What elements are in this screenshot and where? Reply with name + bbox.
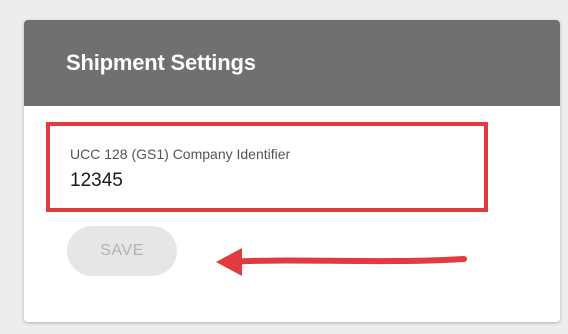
company-identifier-input[interactable] (70, 170, 430, 192)
company-identifier-highlight: UCC 128 (GS1) Company Identifier (46, 122, 488, 212)
left-arrow-icon (216, 248, 467, 276)
save-button[interactable]: SAVE (67, 226, 177, 276)
card-header: Shipment Settings (24, 20, 560, 106)
company-identifier-label: UCC 128 (GS1) Company Identifier (70, 146, 291, 162)
card-title: Shipment Settings (66, 50, 256, 75)
page: Shipment Settings UCC 128 (GS1) Company … (0, 0, 568, 334)
shipment-settings-card: Shipment Settings UCC 128 (GS1) Company … (24, 20, 560, 322)
